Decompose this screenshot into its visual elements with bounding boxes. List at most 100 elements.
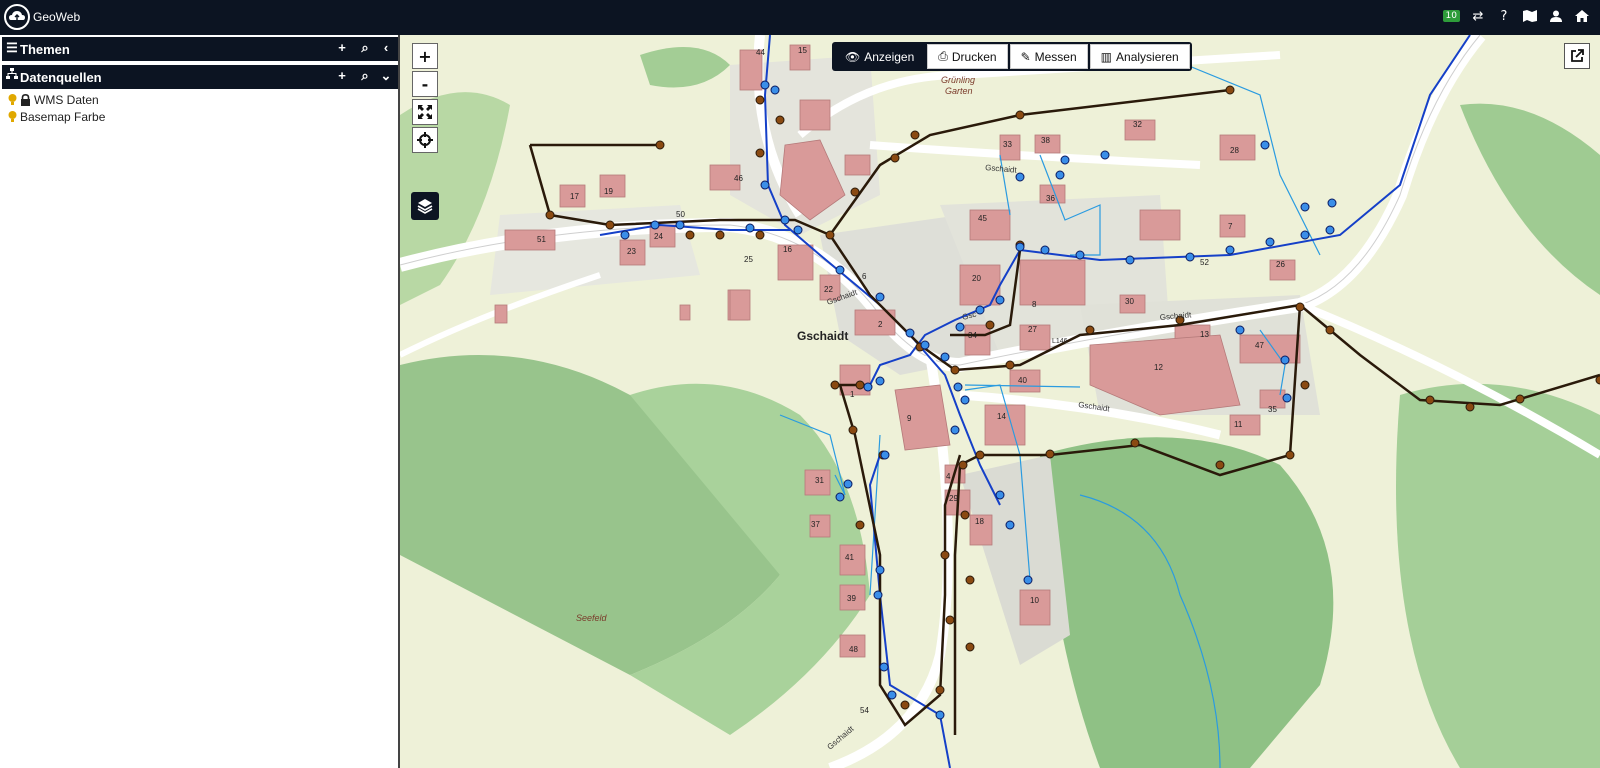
chevron-left-icon[interactable]: ‹ — [378, 40, 394, 56]
map-canvas[interactable]: 44 15 46 17 19 51 23 24 50 16 25 22 6 2 … — [400, 35, 1600, 768]
menu-icon: ☰ — [6, 40, 18, 55]
chevron-down-icon[interactable]: ⌄ — [378, 68, 394, 84]
print-icon: ⎙ — [938, 49, 948, 63]
lock-icon — [21, 94, 30, 106]
place-label-seefeld: Seefeld — [576, 613, 608, 623]
house-number: 26 — [1276, 260, 1285, 269]
external-link-button[interactable] — [1564, 43, 1590, 69]
house-number: 18 — [975, 517, 984, 526]
bulb-icon[interactable] — [8, 94, 17, 106]
road-label: L146 — [1052, 338, 1068, 345]
house-number: 39 — [847, 594, 856, 603]
map-icon[interactable] — [1522, 8, 1538, 24]
search-icon[interactable]: ⌕ — [357, 68, 373, 84]
house-number: 34 — [968, 331, 977, 340]
house-number: 30 — [1125, 297, 1134, 306]
zoom-out-button[interactable]: - — [412, 71, 438, 97]
layers-button[interactable] — [411, 192, 439, 220]
locate-button[interactable] — [412, 127, 438, 153]
house-number: 41 — [845, 553, 854, 562]
house-number: 40 — [1018, 376, 1027, 385]
house-number: 48 — [849, 645, 858, 654]
anzeigen-button[interactable]: 👁 Anzeigen — [834, 44, 926, 69]
house-number: 37 — [811, 520, 820, 529]
house-number: 17 — [570, 192, 579, 201]
house-number: 28 — [1230, 146, 1239, 155]
expand-icon — [418, 105, 432, 119]
fullscreen-button[interactable] — [412, 99, 438, 125]
house-number: 11 — [1234, 420, 1243, 429]
app-title: GeoWeb — [33, 10, 81, 24]
tree-item-basemap-farbe[interactable]: Basemap Farbe — [8, 110, 105, 124]
themen-panel-header[interactable]: ☰ Themen + ⌕ ‹ — [2, 37, 398, 61]
search-icon[interactable]: ⌕ — [357, 40, 373, 56]
house-number: 32 — [1133, 120, 1142, 129]
house-number: 23 — [627, 247, 636, 256]
house-number: 52 — [1200, 258, 1209, 267]
house-number: 13 — [1200, 330, 1209, 339]
residential-area — [960, 455, 1070, 665]
analysieren-button[interactable]: ▥ Analysieren — [1089, 44, 1190, 69]
user-icon[interactable] — [1548, 8, 1564, 24]
house-number: 35 — [1268, 405, 1277, 414]
datenquellen-panel-header[interactable]: Datenquellen + ⌕ ⌄ — [2, 65, 398, 89]
button-label: Analysieren — [1116, 49, 1179, 64]
button-label: Messen — [1034, 49, 1077, 64]
cloud-logo-icon — [4, 4, 30, 30]
crosshair-icon — [417, 132, 433, 148]
house-number: 16 — [783, 245, 792, 254]
sidebar: ☰ Themen + ⌕ ‹ Datenquellen + ⌕ ⌄ WMS Da… — [0, 35, 400, 768]
house-number: 45 — [978, 214, 987, 223]
forest-area — [1040, 437, 1334, 768]
transfer-icon[interactable]: ⇄ — [1470, 8, 1486, 24]
house-number: 29 — [949, 494, 958, 503]
house-number: 6 — [862, 272, 867, 281]
house-number: 10 — [1030, 596, 1039, 605]
notification-badge[interactable]: 10 — [1442, 10, 1460, 22]
drucken-button[interactable]: ⎙ Drucken — [927, 44, 1008, 69]
house-number: 20 — [972, 274, 981, 283]
help-icon[interactable]: ? — [1496, 8, 1512, 24]
map-svg[interactable]: 44 15 46 17 19 51 23 24 50 16 25 22 6 2 … — [400, 35, 1600, 768]
home-icon[interactable] — [1574, 8, 1590, 24]
house-number: 33 — [1003, 140, 1012, 149]
datenquellen-label: Datenquellen — [20, 70, 102, 85]
house-number: 19 — [604, 187, 613, 196]
house-number: 50 — [676, 210, 685, 219]
button-label: Anzeigen — [864, 49, 915, 64]
house-number: 38 — [1041, 136, 1050, 145]
house-number: 1 — [850, 390, 855, 399]
messen-button[interactable]: ✎ Messen — [1009, 44, 1088, 69]
tree-item-label: WMS Daten — [34, 93, 99, 107]
house-number: 8 — [1032, 300, 1037, 309]
house-number: 54 — [860, 706, 869, 715]
ruler-icon: ✎ — [1020, 49, 1031, 64]
tree-item-wms-daten[interactable]: WMS Daten — [8, 93, 99, 107]
house-number: 44 — [756, 48, 765, 57]
house-number: 51 — [537, 235, 546, 244]
bulb-icon[interactable] — [8, 111, 17, 123]
eye-icon: 👁 — [845, 49, 861, 64]
house-number: 7 — [1228, 222, 1233, 231]
house-number: 2 — [878, 320, 883, 329]
place-label-garten: Garten — [945, 86, 973, 96]
map-toolbar: 👁 Anzeigen ⎙ Drucken ✎ Messen ▥ Analysieren — [832, 42, 1192, 71]
chart-icon: ▥ — [1100, 49, 1113, 64]
zoom-in-button[interactable]: + — [412, 43, 438, 69]
house-number: 36 — [1046, 194, 1055, 203]
house-number: 27 — [1028, 325, 1037, 334]
add-icon[interactable]: + — [334, 68, 350, 84]
house-number: 47 — [1255, 341, 1264, 350]
add-icon[interactable]: + — [334, 40, 350, 56]
house-number: 12 — [1154, 363, 1163, 372]
layers-icon — [417, 199, 433, 214]
tree-item-label: Basemap Farbe — [20, 110, 106, 124]
house-number: 9 — [907, 414, 912, 423]
road-label: Gschaidt — [826, 724, 857, 752]
house-number: 24 — [654, 232, 663, 241]
forest-area — [1460, 103, 1600, 295]
house-number: 4 — [946, 472, 951, 481]
button-label: Drucken — [951, 49, 997, 64]
forest-area — [640, 47, 730, 88]
house-number: 14 — [997, 412, 1006, 421]
